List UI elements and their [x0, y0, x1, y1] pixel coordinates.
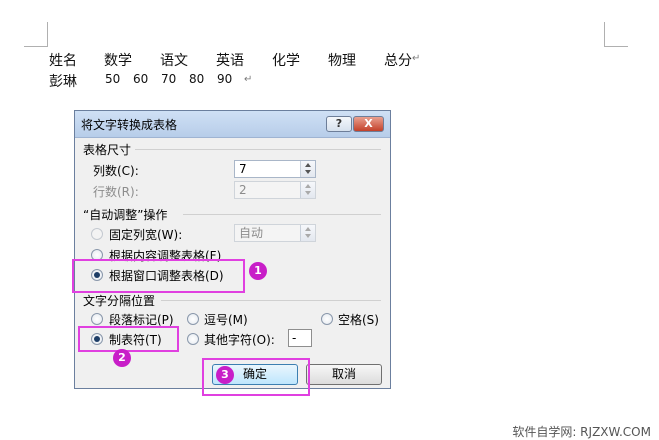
rows-label: 行数(R): [93, 185, 139, 199]
margin-mark-left-v [47, 22, 48, 46]
other-character-input[interactable]: - [288, 329, 312, 347]
columns-label: 列数(C): [93, 164, 139, 178]
paragraph-mark: ↵ [244, 74, 253, 85]
close-button[interactable]: X [353, 116, 384, 132]
dialog-title: 将文字转换成表格 [81, 118, 178, 132]
separator-other-radio[interactable] [187, 333, 199, 345]
header-cell: 姓名 [49, 53, 77, 69]
header-cell: 化学 [272, 53, 300, 69]
rows-spinner: 2 [234, 181, 316, 199]
spinner-arrows [300, 182, 315, 198]
header-cell: 语文 [160, 53, 188, 69]
site-watermark: 软件自学网: RJZXW.COM [512, 425, 651, 439]
fixed-width-spinner: 自动 [234, 224, 316, 242]
row-score: 90 [217, 72, 233, 86]
section-divider [135, 149, 381, 150]
separator-comma-radio[interactable] [187, 313, 199, 325]
columns-value: 7 [239, 162, 247, 176]
rows-value: 2 [239, 183, 247, 197]
cancel-button[interactable]: 取消 [306, 364, 382, 385]
step-badge-2: 2 [113, 349, 131, 367]
autofit-heading: “自动调整”操作 [83, 208, 168, 222]
help-button[interactable]: ? [326, 116, 352, 132]
header-cell: 物理 [328, 53, 356, 69]
separator-other-label[interactable]: 其他字符(O): [204, 331, 275, 348]
separator-comma-label[interactable]: 逗号(M) [204, 311, 248, 328]
spinner-arrows [300, 225, 315, 241]
highlight-autofit-window [72, 259, 245, 293]
margin-mark-right-h [604, 46, 628, 47]
margin-mark-left-h [24, 46, 48, 47]
fixed-width-value: 自动 [239, 226, 264, 240]
row-name: 彭琳 [49, 74, 77, 90]
margin-mark-right-v [604, 22, 605, 46]
fixed-width-radio[interactable] [91, 228, 103, 240]
row-score: 70 [161, 72, 177, 86]
row-score: 50 [105, 72, 121, 86]
separator-space-radio[interactable] [321, 313, 333, 325]
step-badge-1: 1 [249, 262, 267, 280]
row-score: 80 [189, 72, 205, 86]
header-cell: 英语 [216, 53, 244, 69]
spinner-arrows[interactable] [300, 161, 315, 177]
table-size-heading: 表格尺寸 [83, 143, 132, 157]
columns-spinner[interactable]: 7 [234, 160, 316, 178]
row-score: 60 [133, 72, 149, 86]
section-divider [161, 300, 381, 301]
header-cell: 总分 [384, 53, 412, 69]
section-divider [183, 214, 381, 215]
highlight-tab-separator [78, 326, 179, 352]
fixed-width-label[interactable]: 固定列宽(W): [109, 226, 182, 243]
paragraph-mark: ↵ [412, 53, 421, 64]
step-badge-3: 3 [216, 366, 234, 384]
header-cell: 数学 [104, 53, 132, 69]
separator-space-label[interactable]: 空格(S) [338, 311, 379, 328]
dialog-titlebar[interactable]: 将文字转换成表格 ? X [75, 111, 390, 138]
separator-heading: 文字分隔位置 [83, 294, 156, 308]
separator-paragraph-radio[interactable] [91, 313, 103, 325]
